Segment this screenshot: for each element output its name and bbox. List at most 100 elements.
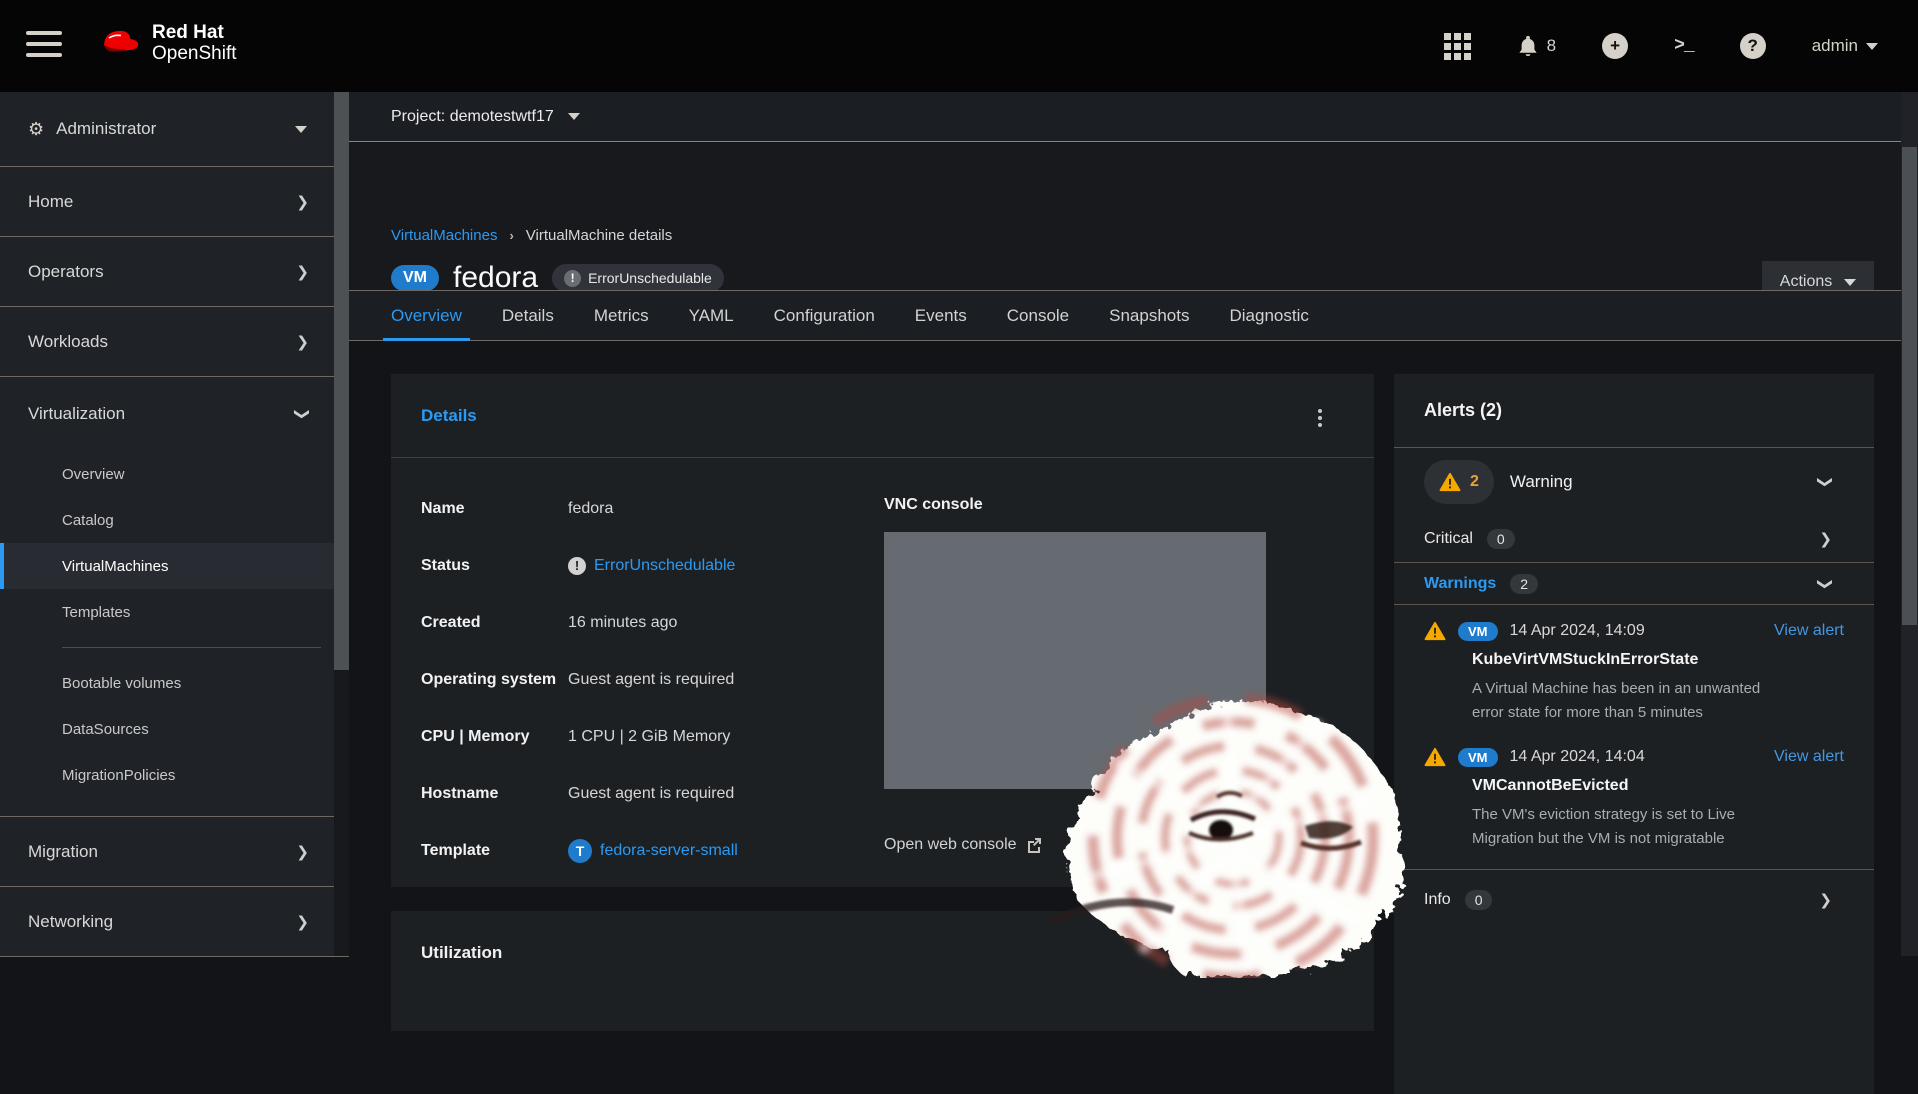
vm-kind-badge: VM <box>391 265 439 291</box>
virtualization-subnav: Overview Catalog VirtualMachines Templat… <box>0 451 349 817</box>
template-link[interactable]: fedora-server-small <box>600 842 738 860</box>
chevron-right-icon <box>1819 530 1832 548</box>
tab-snapshots[interactable]: Snapshots <box>1089 291 1209 340</box>
detail-row-name: Name fedora <box>421 480 738 537</box>
vm-kind-badge: VM <box>1458 622 1498 641</box>
sidebar-item-networking[interactable]: Networking <box>0 887 349 957</box>
chevron-down-icon <box>294 408 312 421</box>
chevron-right-icon <box>1819 891 1832 909</box>
external-link-icon <box>1026 837 1042 853</box>
user-menu[interactable]: admin <box>1812 36 1878 56</box>
chevron-down-icon <box>1866 43 1878 50</box>
overview-content: Details Name fedora Status ! ErrorUnsche… <box>349 341 1901 956</box>
warnings-count-badge: 2 <box>1510 574 1538 594</box>
sidebar-item-virtualmachines[interactable]: VirtualMachines <box>0 543 349 589</box>
tab-metrics[interactable]: Metrics <box>574 291 669 340</box>
gear-icon: ⚙ <box>28 119 44 140</box>
sidebar-item-operators[interactable]: Operators <box>0 237 349 307</box>
brand-logo[interactable]: Red Hat OpenShift <box>96 22 237 64</box>
tab-diagnostic[interactable]: Diagnostic <box>1209 291 1328 340</box>
page-scrollbar[interactable] <box>1901 92 1918 956</box>
sidebar-item-migrationpolicies[interactable]: MigrationPolicies <box>0 752 349 798</box>
detail-row-cpu-memory: CPU | Memory 1 CPU | 2 GiB Memory <box>421 708 738 765</box>
sidebar-item-bootable-volumes[interactable]: Bootable volumes <box>0 660 349 706</box>
breadcrumb-virtualmachines-link[interactable]: VirtualMachines <box>391 227 497 244</box>
breadcrumb: VirtualMachines › VirtualMachine details <box>391 227 672 244</box>
status-badge[interactable]: ! ErrorUnschedulable <box>552 264 724 292</box>
chevron-down-icon <box>295 126 307 133</box>
warning-triangle-icon <box>1424 747 1446 767</box>
info-section-row[interactable]: Info 0 <box>1394 869 1874 929</box>
main-area: Project: demotestwtf17 VirtualMachines ›… <box>349 92 1918 956</box>
masthead: Red Hat OpenShift 8 + >_ ? admin <box>0 0 1918 92</box>
alerts-card: Alerts (2) 2 Warning Critical 0 Warnings… <box>1394 374 1874 1094</box>
details-card-title[interactable]: Details <box>421 406 477 426</box>
chevron-right-icon <box>296 263 309 281</box>
redhat-hat-icon <box>96 24 142 63</box>
alerts-card-title: Alerts (2) <box>1394 374 1874 448</box>
chevron-down-icon <box>568 113 580 120</box>
view-alert-link[interactable]: View alert <box>1774 748 1844 766</box>
view-alert-link[interactable]: View alert <box>1774 622 1844 640</box>
chevron-down-icon <box>1844 279 1856 286</box>
warnings-section-row[interactable]: Warnings 2 <box>1394 562 1874 605</box>
sidebar-item-migration[interactable]: Migration <box>0 817 349 887</box>
project-selector[interactable]: Project: demotestwtf17 <box>349 92 1918 142</box>
sidebar-item-home[interactable]: Home <box>0 167 349 237</box>
template-badge: T <box>568 839 592 863</box>
alert-description: A Virtual Machine has been in an unwante… <box>1472 677 1772 725</box>
exclamation-circle-icon: ! <box>568 557 586 575</box>
tab-yaml[interactable]: YAML <box>669 291 754 340</box>
kebab-menu-icon[interactable] <box>1318 406 1322 430</box>
username: admin <box>1812 36 1858 56</box>
tab-events[interactable]: Events <box>895 291 987 340</box>
sidebar: ⚙ Administrator Home Operators Workloads… <box>0 92 349 956</box>
help-icon[interactable]: ? <box>1740 33 1766 59</box>
vnc-console-screen[interactable] <box>884 532 1266 789</box>
detail-row-os: Operating system Guest agent is required <box>421 651 738 708</box>
detail-row-created: Created 16 minutes ago <box>421 594 738 651</box>
alert-name: VMCannotBeEvicted <box>1472 777 1844 795</box>
chevron-down-icon <box>1817 475 1835 488</box>
alert-date: 14 Apr 2024, 14:09 <box>1510 622 1645 640</box>
utilization-card-title: Utilization <box>421 943 502 963</box>
menu-toggle-icon[interactable] <box>26 31 62 61</box>
sidebar-item-virt-overview[interactable]: Overview <box>0 451 349 497</box>
divider <box>62 647 321 648</box>
status-link[interactable]: ErrorUnschedulable <box>594 557 735 575</box>
vnc-console-label: VNC console <box>884 496 983 514</box>
notifications-bell-icon[interactable]: 8 <box>1517 34 1556 58</box>
chevron-right-icon <box>296 843 309 861</box>
tab-details[interactable]: Details <box>482 291 574 340</box>
chevron-right-icon: › <box>509 228 513 243</box>
project-label: Project: demotestwtf17 <box>391 108 554 126</box>
sidebar-item-templates[interactable]: Templates <box>0 589 349 635</box>
sidebar-item-virtualization[interactable]: Virtualization <box>0 377 349 451</box>
quick-create-icon[interactable]: + <box>1602 33 1628 59</box>
sidebar-item-datasources[interactable]: DataSources <box>0 706 349 752</box>
detail-row-template: Template T fedora-server-small <box>421 822 738 879</box>
info-count-badge: 0 <box>1465 890 1493 910</box>
tab-configuration[interactable]: Configuration <box>754 291 895 340</box>
chevron-right-icon <box>296 913 309 931</box>
sidebar-item-catalog[interactable]: Catalog <box>0 497 349 543</box>
app-launcher-icon[interactable] <box>1444 33 1471 60</box>
perspective-switcher[interactable]: ⚙ Administrator <box>0 92 349 167</box>
critical-section-row[interactable]: Critical 0 <box>1394 515 1874 562</box>
chevron-down-icon <box>1817 577 1835 590</box>
notification-count: 8 <box>1547 36 1556 56</box>
sidebar-item-workloads[interactable]: Workloads <box>0 307 349 377</box>
alert-description: The VM's eviction strategy is set to Liv… <box>1472 803 1772 851</box>
exclamation-circle-icon: ! <box>564 270 581 287</box>
sidebar-scrollbar[interactable] <box>334 92 349 956</box>
breadcrumb-current: VirtualMachine details <box>526 227 672 244</box>
web-terminal-icon[interactable]: >_ <box>1674 36 1694 56</box>
open-web-console-link[interactable]: Open web console <box>884 836 1042 854</box>
chevron-right-icon <box>296 193 309 211</box>
tab-overview[interactable]: Overview <box>371 291 482 340</box>
warning-triangle-icon <box>1424 621 1446 641</box>
warning-triangle-icon <box>1439 472 1461 492</box>
alerts-summary-row[interactable]: 2 Warning <box>1394 448 1874 515</box>
chevron-right-icon <box>296 333 309 351</box>
tab-console[interactable]: Console <box>987 291 1089 340</box>
